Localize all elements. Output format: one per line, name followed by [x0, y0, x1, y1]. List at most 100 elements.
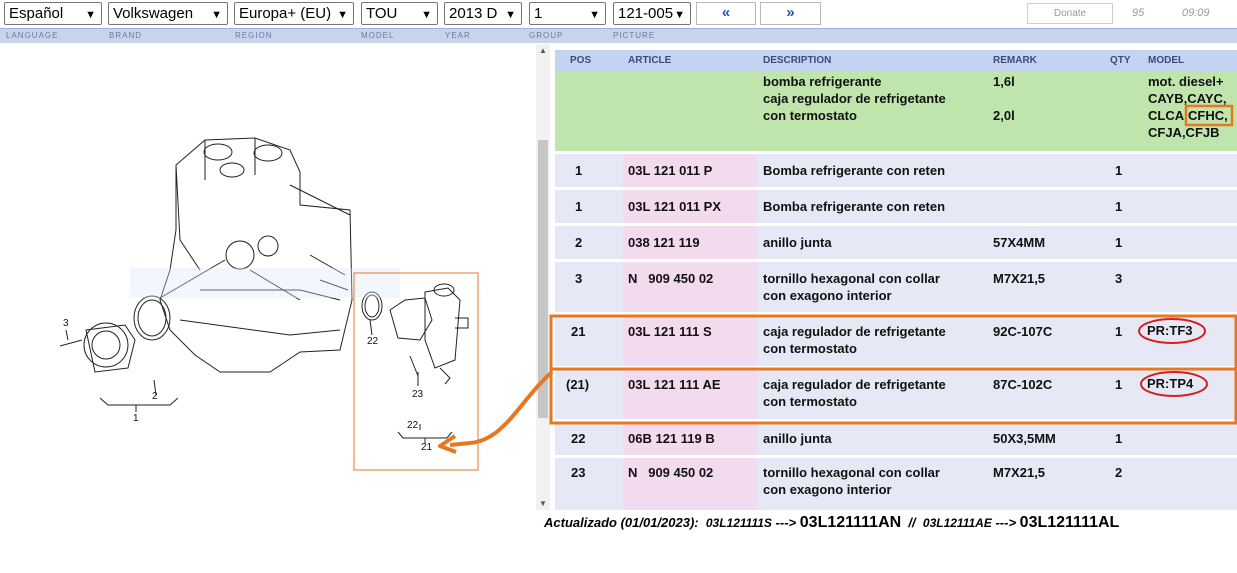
next-picture-button[interactable]: »	[760, 2, 821, 25]
row-description: anillo junta	[763, 431, 832, 446]
column-remark: REMARK	[993, 55, 1037, 66]
arrow-2: --->	[995, 515, 1017, 530]
scroll-down-icon[interactable]: ▼	[539, 499, 547, 508]
row-pos: 21	[571, 324, 586, 339]
group-select[interactable]: 1 ▼	[529, 2, 606, 25]
scroll-up-icon[interactable]: ▲	[539, 46, 547, 55]
model-label: MODEL	[361, 31, 395, 40]
callout-3: 3	[63, 318, 69, 329]
chevron-down-icon: ▼	[211, 9, 222, 21]
row-pos: (21)	[566, 377, 590, 392]
group-model-line4: CFJA,CFJB	[1148, 125, 1220, 140]
group-model-line3a: CLCA,	[1148, 108, 1188, 123]
chevron-down-icon: ▼	[85, 9, 96, 21]
row-article: N 909 450 02	[628, 465, 714, 480]
language-label: LANGUAGE	[6, 31, 59, 40]
row-remark: 57X4MM	[993, 235, 1046, 250]
row-remark: M7X21,5	[993, 271, 1046, 286]
table-row[interactable]: 1 03L 121 011 PX Bomba refrigerante con …	[555, 190, 1237, 223]
row-article: 03L 121 011 PX	[628, 199, 722, 214]
row-model: PR:TF3	[1147, 323, 1193, 338]
row-description: tornillo hexagonal con collar con exagon…	[763, 465, 940, 497]
clock-time: 09:09	[1182, 7, 1210, 19]
group-description: bomba refrigerante caja regulador de ref…	[763, 74, 946, 123]
chevron-down-icon: ▼	[421, 9, 432, 21]
table-row[interactable]: 2 038 121 119 anillo junta 57X4MM 1	[555, 226, 1237, 259]
row-article: 03L 121 111 S	[628, 324, 712, 339]
new-part-1: 03L121111AN	[799, 514, 902, 531]
group-model-line3b: CFHC,	[1188, 108, 1228, 123]
row-article: 06B 121 119 B	[628, 431, 715, 446]
row-remark: 92C-107C	[993, 324, 1053, 339]
table-row[interactable]: 3 N 909 450 02 tornillo hexagonal con co…	[555, 262, 1237, 312]
row-pos: 23	[571, 465, 586, 480]
old-part-2: 03L12111AE	[922, 516, 992, 530]
row-model: PR:TP4	[1147, 376, 1194, 391]
row-article: 03L 121 111 AE	[628, 377, 721, 392]
table-row[interactable]: 21 03L 121 111 S caja regulador de refri…	[555, 316, 1237, 366]
row-description: anillo junta	[763, 235, 832, 250]
brand-label: BRAND	[109, 31, 143, 40]
picture-value: 121-005	[618, 5, 674, 22]
row-remark: 87C-102C	[993, 377, 1053, 392]
callout-1: 1	[133, 413, 139, 424]
model-select[interactable]: TOU ▼	[361, 2, 438, 25]
new-part-2: 03L121111AL	[1019, 514, 1120, 531]
table-header: POS ARTICLE DESCRIPTION REMARK QTY MODEL	[555, 50, 1237, 71]
row-description: tornillo hexagonal con collar con exagon…	[763, 271, 940, 303]
row-pos: 1	[575, 199, 583, 214]
group-remark: 1,6l 2,0l	[993, 74, 1015, 123]
column-pos: POS	[570, 55, 592, 66]
group-model-line2: CAYB,CAYC,	[1148, 91, 1227, 106]
row-qty: 1	[1115, 235, 1123, 250]
callout-2: 2	[152, 391, 158, 402]
parts-diagram[interactable]: 3 2 1 22 23 22 21	[0, 44, 536, 573]
row-qty: 1	[1115, 163, 1123, 178]
callout-23: 23	[412, 389, 424, 400]
callout-22-group: 22	[407, 420, 419, 431]
visitor-count: 95	[1132, 7, 1145, 19]
year-select[interactable]: 2013 D ▼	[444, 2, 522, 25]
row-pos: 22	[571, 431, 586, 446]
picture-select[interactable]: 121-005 ▼	[613, 2, 691, 25]
toolbar: Español ▼ Volkswagen ▼ Europa+ (EU) ▼ TO…	[0, 0, 1237, 28]
table-row[interactable]: 1 03L 121 011 P Bomba refrigerante con r…	[555, 154, 1237, 187]
region-value: Europa+ (EU)	[239, 5, 332, 22]
group-label: GROUP	[529, 31, 564, 40]
row-pos: 2	[575, 235, 583, 250]
separator: //	[908, 515, 916, 530]
chevron-down-icon: ▼	[337, 9, 348, 21]
scroll-thumb[interactable]	[538, 140, 548, 418]
table-scrollbar[interactable]: ▲ ▼	[536, 44, 550, 510]
language-value: Español	[9, 5, 64, 22]
row-qty: 1	[1115, 377, 1123, 392]
brand-select[interactable]: Volkswagen ▼	[108, 2, 228, 25]
language-select[interactable]: Español ▼	[4, 2, 102, 25]
table-row[interactable]: (21) 03L 121 111 AE caja regulador de re…	[555, 369, 1237, 419]
row-qty: 1	[1115, 199, 1123, 214]
row-remark: M7X21,5	[993, 465, 1046, 480]
donate-button[interactable]: Donate	[1027, 3, 1113, 24]
table-row[interactable]: 23 N 909 450 02 tornillo hexagonal con c…	[555, 458, 1237, 510]
model-value: TOU	[366, 5, 398, 22]
brand-value: Volkswagen	[113, 5, 194, 22]
row-description: Bomba refrigerante con reten	[763, 163, 946, 178]
engine-diagram-drawing: 3 2 1 22 23 22 21	[59, 137, 479, 471]
column-model: MODEL	[1148, 55, 1185, 66]
previous-picture-button[interactable]: «	[696, 2, 756, 25]
row-qty: 2	[1115, 465, 1123, 480]
chevron-down-icon: ▼	[674, 9, 685, 21]
parts-table: POS ARTICLE DESCRIPTION REMARK QTY MODEL…	[555, 50, 1237, 510]
row-description: caja regulador de refrigetante con termo…	[763, 377, 946, 409]
table-row[interactable]: 22 06B 121 119 B anillo junta 50X3,5MM 1	[555, 422, 1237, 455]
old-part-1: 03L121111S	[705, 516, 772, 530]
region-select[interactable]: Europa+ (EU) ▼	[234, 2, 354, 25]
row-article: 03L 121 011 P	[628, 163, 713, 178]
callout-22: 22	[367, 336, 379, 347]
chevron-down-icon: ▼	[589, 9, 600, 21]
column-description: DESCRIPTION	[763, 55, 832, 66]
row-qty: 3	[1115, 271, 1123, 286]
year-label: YEAR	[445, 31, 471, 40]
column-qty: QTY	[1110, 55, 1131, 66]
group-header-row: bomba refrigerante caja regulador de ref…	[555, 71, 1237, 151]
